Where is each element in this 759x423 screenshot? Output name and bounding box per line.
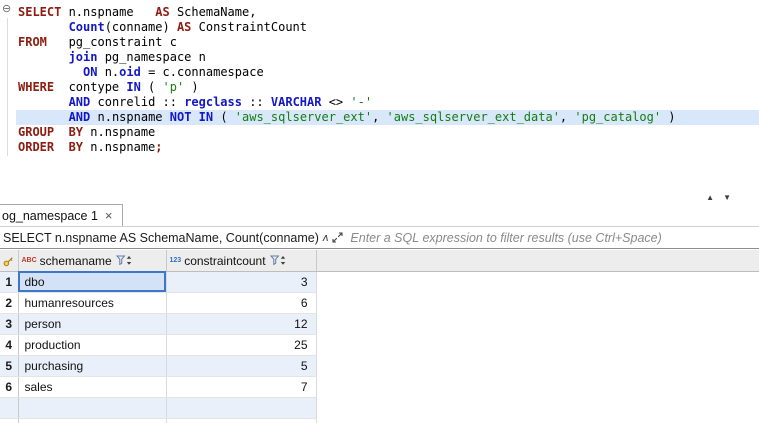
editor-gutter: ⊖ [0, 0, 16, 190]
expand-filter-icon[interactable] [332, 232, 343, 243]
grid-header-filler [316, 250, 759, 272]
code-line[interactable]: ORDER BY n.nspname; [16, 140, 759, 155]
grid-cell-schemaname[interactable]: production [18, 334, 167, 356]
nav-up-icon[interactable]: ▲ [706, 193, 714, 202]
tab-pg-namespace[interactable]: og_namespace 1 × [0, 204, 123, 226]
row-number-cell[interactable]: 3 [0, 313, 19, 335]
grid-cell-constraintcount[interactable]: 3 [166, 271, 317, 293]
row-number-cell[interactable]: 5 [0, 355, 19, 377]
grid-corner-cell[interactable] [0, 250, 19, 272]
code-line[interactable]: WHERE contype IN ( 'p' ) [16, 80, 759, 95]
code-line[interactable]: FROM pg_constraint c [16, 35, 759, 50]
filter-sort-icon[interactable] [269, 255, 287, 266]
row-filler [316, 418, 759, 423]
code-line[interactable]: SELECT n.nspname AS SchemaName, [16, 5, 759, 20]
grid-cell-schemaname[interactable]: person [18, 313, 167, 335]
text-datatype-icon: ABC [21, 257, 37, 265]
filter-caret-glyph: ʌ [322, 231, 329, 244]
filter-placeholder: Enter a SQL expression to filter results… [350, 230, 662, 245]
tab-label: og_namespace 1 [2, 208, 98, 223]
code-line[interactable]: ON n.oid = c.connamespace [16, 65, 759, 80]
column-label: schemaname [39, 253, 112, 268]
empty-cell [0, 418, 19, 423]
grid-cell-schemaname[interactable]: humanresources [18, 292, 167, 314]
empty-cell [18, 418, 167, 423]
code-line[interactable]: Count(conname) AS ConstraintCount [16, 20, 759, 35]
sql-editor-panel: ⊖ SELECT n.nspname AS SchemaName, Count(… [0, 0, 759, 190]
code-fold-icon[interactable]: ⊖ [2, 4, 11, 15]
code-line[interactable]: join pg_namespace n [16, 50, 759, 65]
results-filter-bar[interactable]: SELECT n.nspname AS SchemaName, Count(co… [0, 226, 759, 249]
results-grid-panel: ABC schemaname 123 constraintcount 1 dbo 3 2 h… [0, 250, 759, 423]
filter-sort-icon[interactable] [115, 255, 133, 266]
table-row: 3 person 12 [0, 313, 759, 335]
code-line[interactable]: AND n.nspname NOT IN ( 'aws_sqlserver_ex… [16, 110, 759, 125]
row-number-cell[interactable]: 6 [0, 376, 19, 398]
row-filler [316, 271, 759, 292]
column-header-schemaname[interactable]: ABC schemaname [18, 250, 167, 272]
sql-code[interactable]: SELECT n.nspname AS SchemaName, Count(co… [16, 0, 759, 190]
code-line[interactable]: AND conrelid :: regclass :: VARCHAR <> '… [16, 95, 759, 110]
empty-row [0, 418, 759, 423]
grid-body: 1 dbo 3 2 humanresources 6 3 person 12 4 productio… [0, 271, 759, 423]
results-tabbar: og_namespace 1 × [0, 204, 759, 226]
empty-cell [0, 397, 19, 419]
grid-cell-constraintcount[interactable]: 5 [166, 355, 317, 377]
row-filler [316, 376, 759, 397]
column-label: constraintcount [184, 253, 266, 268]
table-row: 1 dbo 3 [0, 271, 759, 293]
code-line[interactable]: GROUP BY n.nspname [16, 125, 759, 140]
row-filler [316, 334, 759, 355]
row-number-cell[interactable]: 4 [0, 334, 19, 356]
empty-cell [166, 397, 317, 419]
grid-cell-constraintcount[interactable]: 7 [166, 376, 317, 398]
grid-cell-constraintcount[interactable]: 12 [166, 313, 317, 335]
row-filler [316, 313, 759, 334]
results-grid: ABC schemaname 123 constraintcount 1 dbo 3 2 h… [0, 250, 759, 423]
grid-cell-schemaname[interactable]: dbo [18, 271, 167, 293]
empty-cell [166, 418, 317, 423]
row-filler [316, 355, 759, 376]
grid-cell-constraintcount[interactable]: 6 [166, 292, 317, 314]
tab-close-icon[interactable]: × [105, 209, 113, 222]
results-nav-arrows: ▲ ▼ [706, 193, 731, 202]
grid-cell-constraintcount[interactable]: 25 [166, 334, 317, 356]
filter-query-text: SELECT n.nspname AS SchemaName, Count(co… [3, 230, 319, 245]
empty-row [0, 397, 759, 419]
numeric-datatype-icon: 123 [169, 257, 182, 265]
row-number-cell[interactable]: 2 [0, 292, 19, 314]
nav-down-icon[interactable]: ▼ [723, 193, 731, 202]
grid-cell-schemaname[interactable]: purchasing [18, 355, 167, 377]
column-header-constraintcount[interactable]: 123 constraintcount [166, 250, 317, 272]
row-filler [316, 397, 759, 418]
table-row: 6 sales 7 [0, 376, 759, 398]
grid-cell-schemaname[interactable]: sales [18, 376, 167, 398]
table-row: 2 humanresources 6 [0, 292, 759, 314]
empty-cell [18, 397, 167, 419]
grid-header-row: ABC schemaname 123 constraintcount [0, 250, 759, 272]
row-filler [316, 292, 759, 313]
table-row: 4 production 25 [0, 334, 759, 356]
table-row: 5 purchasing 5 [0, 355, 759, 377]
key-icon [3, 256, 13, 266]
row-number-cell[interactable]: 1 [0, 271, 19, 293]
